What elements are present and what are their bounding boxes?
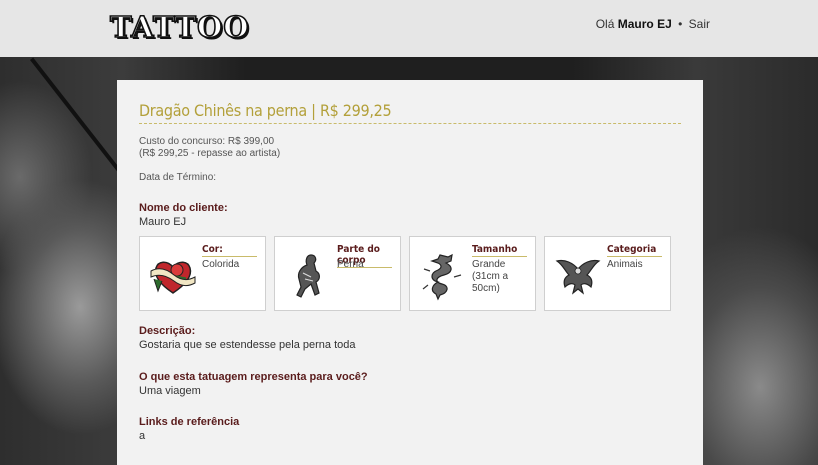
attribute-value: Animais xyxy=(607,259,643,270)
heart-rose-tattoo-icon xyxy=(150,261,196,294)
eagle-icon xyxy=(555,259,601,295)
reference-link[interactable]: a xyxy=(139,430,145,442)
attribute-label: Categoria xyxy=(607,244,662,257)
attribute-tile-size: Tamanho Grande (31cm a 50cm) xyxy=(409,236,536,311)
attribute-value: Colorida xyxy=(202,259,240,270)
attribute-tile-category: Categoria Animais xyxy=(544,236,671,311)
reference-links-label: Links de referência xyxy=(139,416,240,428)
dragon-icon xyxy=(422,253,462,301)
client-name-value: Mauro EJ xyxy=(139,216,187,228)
top-bar: TATTOO Olá Mauro EJ • Sair xyxy=(0,0,818,57)
end-date-label: Data de Término: xyxy=(139,172,217,183)
description-value: Gostaria que se estendesse pela perna to… xyxy=(139,339,356,351)
site-logo[interactable]: TATTOO xyxy=(109,9,250,45)
meaning-value: Uma viagem xyxy=(139,385,201,397)
attribute-value: Perna xyxy=(337,259,364,270)
meaning-label: O que esta tatuagem representa para você… xyxy=(139,371,368,383)
contest-title: Dragão Chinês na perna | R$ 299,25 xyxy=(139,101,681,124)
user-name: Mauro EJ xyxy=(617,17,672,31)
attribute-value: Grande (31cm a 50cm) xyxy=(472,259,509,294)
artist-share-text: (R$ 299,25 - repasse ao artista) xyxy=(139,148,281,159)
logout-link[interactable]: Sair xyxy=(689,17,710,31)
contest-card: Dragão Chinês na perna | R$ 299,25 Custo… xyxy=(117,80,703,465)
leg-figure-icon xyxy=(296,254,320,298)
attribute-tile-color: Cor: Colorida xyxy=(139,236,266,311)
attribute-tile-body-part: Parte do corpo Perna xyxy=(274,236,401,311)
description-label: Descrição: xyxy=(139,325,196,337)
client-name-label: Nome do cliente: xyxy=(139,202,228,214)
attribute-label: Tamanho xyxy=(472,244,527,257)
user-area: Olá Mauro EJ • Sair xyxy=(596,17,710,31)
attribute-label: Cor: xyxy=(202,244,257,257)
cost-text: Custo do concurso: R$ 399,00 xyxy=(139,136,275,147)
separator: • xyxy=(678,17,683,31)
greeting-text: Olá xyxy=(595,17,615,31)
